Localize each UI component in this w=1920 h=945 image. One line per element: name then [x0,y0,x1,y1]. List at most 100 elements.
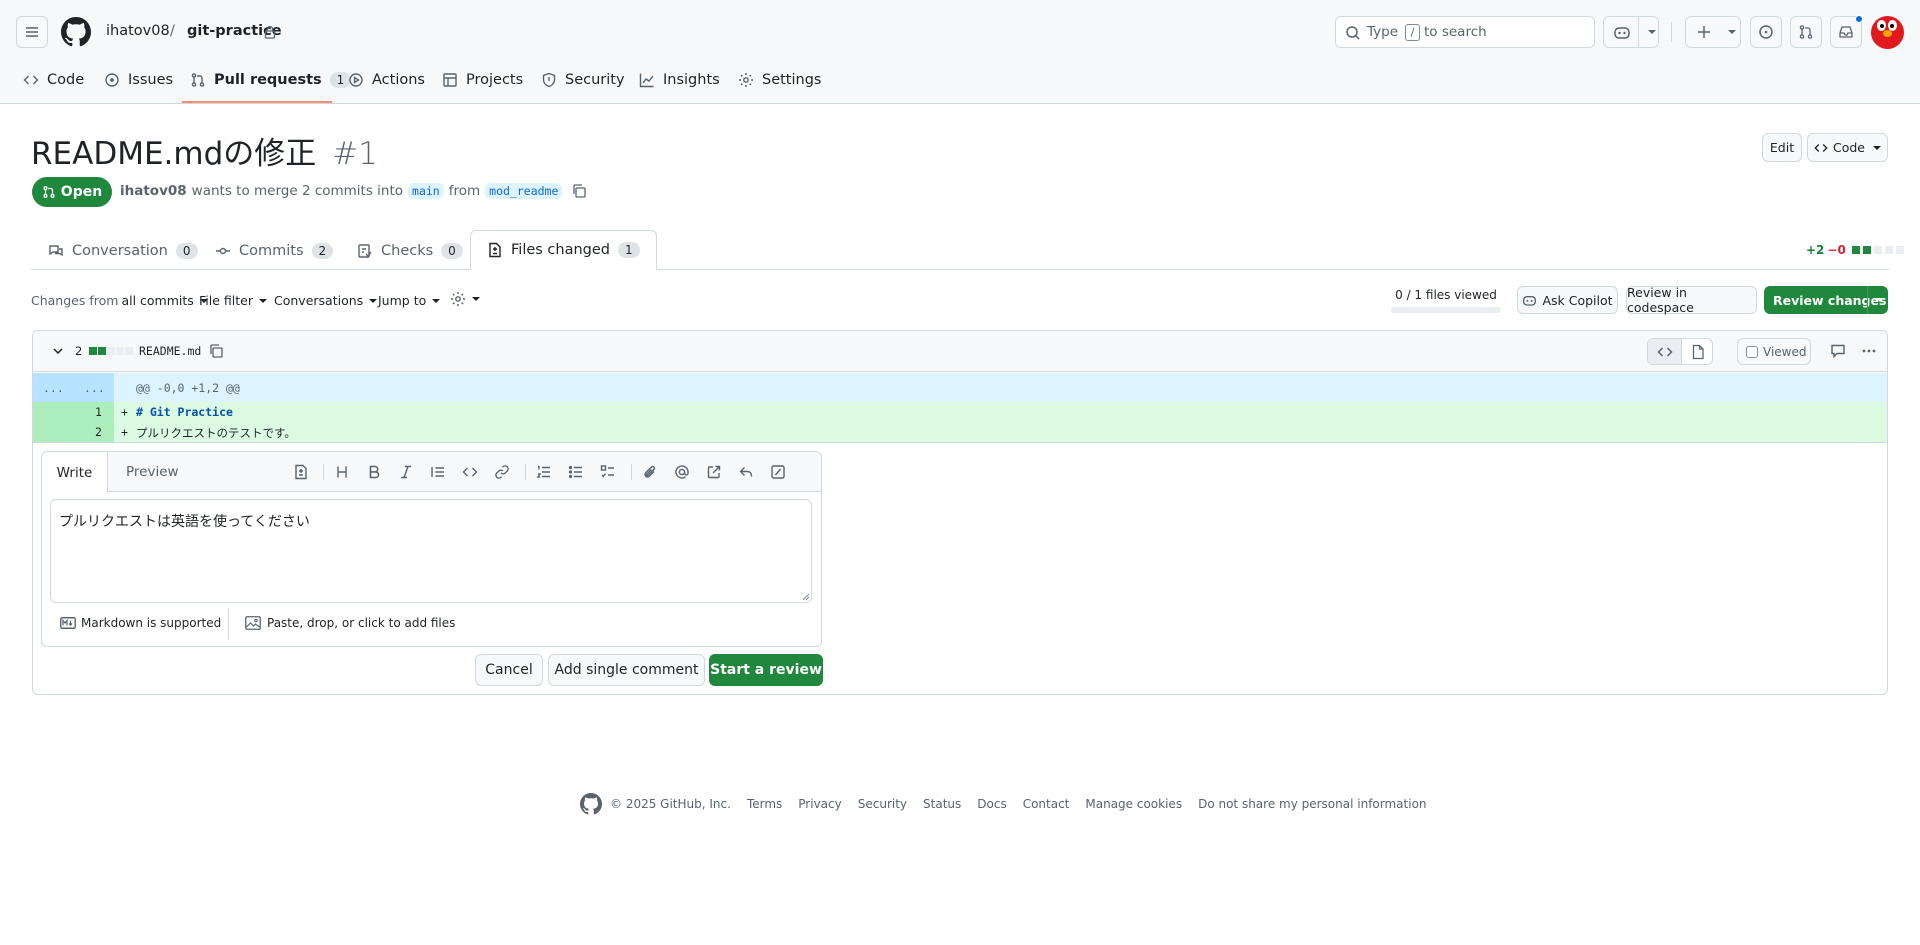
ask-copilot-button[interactable]: Ask Copilot [1517,286,1618,314]
source-diff-button[interactable] [1648,339,1681,364]
footer-link-status[interactable]: Status [923,797,961,811]
chevron-down-icon [1873,145,1881,150]
file-diff-container: 2 README.md Viewed ... ... @@ -0,0 +1,2 … [32,330,1888,695]
file-filter-dropdown[interactable]: File filter [199,293,267,308]
mention-icon[interactable] [674,464,690,480]
comment-textarea[interactable]: プルリクエストは英語を使ってください [50,499,812,603]
tasklist-icon[interactable] [600,464,616,480]
tab-files-changed[interactable]: Files changed 1 [470,230,657,270]
heading-icon[interactable] [334,464,350,480]
hunk-right: ... [84,381,105,395]
review-changes-button[interactable]: Review changes [1764,286,1888,314]
copy-icon[interactable] [208,343,224,359]
paperclip-icon[interactable] [642,464,658,480]
chevron-down-icon[interactable] [52,345,64,357]
search-icon [1346,26,1360,40]
tab-issues[interactable]: Issues [104,62,173,98]
pr-meta: ihatov08 wants to merge 2 commits into m… [120,183,587,199]
cross-reference-icon[interactable] [706,464,722,480]
tab-projects[interactable]: Projects [442,62,523,98]
tab-label: Pull requests [214,72,322,88]
head-branch[interactable]: mod_readme [485,183,563,199]
tab-actions[interactable]: Actions [348,62,425,98]
tab-code[interactable]: Code [23,62,84,98]
jump-to-dropdown[interactable]: Jump to [378,293,441,308]
changes-from-dropdown[interactable]: Changes from all commits [31,293,208,308]
tab-pull-requests[interactable]: Pull requests 1 [190,62,352,98]
copy-icon[interactable] [571,183,587,199]
menu-button[interactable] [16,16,48,48]
list-unordered-icon[interactable] [568,464,584,480]
chevron-down-icon [1728,30,1736,34]
copilot-button[interactable] [1603,16,1659,48]
file-changes-count: 2 [75,344,83,358]
search-suffix: to search [1424,24,1487,40]
diff-settings-dropdown[interactable] [450,291,480,307]
line-number[interactable]: 2 [95,425,102,439]
github-logo-icon[interactable] [580,793,602,815]
create-new-button[interactable] [1685,16,1741,48]
avatar[interactable] [1871,16,1904,49]
tab-conversation[interactable]: Conversation 0 [48,232,198,270]
tab-label: Checks [381,243,434,259]
files-viewed-bar [1391,307,1501,313]
tab-settings[interactable]: Settings [738,62,821,98]
markdown-supported-link[interactable]: Markdown is supported [60,616,221,630]
tab-security[interactable]: Security [541,62,625,98]
copilot-icon [1523,296,1537,306]
line-number[interactable]: 1 [95,405,102,419]
base-branch[interactable]: main [408,183,444,199]
tab-checks[interactable]: Checks 0 [357,232,463,270]
search-input[interactable]: Type / to search [1335,16,1595,48]
issues-button[interactable] [1750,16,1782,48]
review-in-codespace-button[interactable]: Review in codespace [1626,285,1757,315]
line-sign: + [121,405,128,419]
code-dropdown-button[interactable]: Code [1807,133,1888,162]
attach-files-button[interactable]: Paste, drop, or click to add files [245,616,455,630]
gear-icon [739,73,753,87]
comment-icon[interactable] [1830,343,1846,359]
code-icon[interactable] [462,464,478,480]
tab-commits[interactable]: Commits 2 [215,232,334,270]
add-single-comment-button[interactable]: Add single comment [548,654,705,686]
github-logo-icon[interactable] [61,17,91,47]
quote-icon[interactable] [430,464,446,480]
code-icon [1814,143,1828,152]
footer-link-security[interactable]: Security [858,797,907,811]
bold-icon[interactable] [366,464,382,480]
viewed-checkbox[interactable]: Viewed [1737,338,1811,365]
owner-link[interactable]: ihatov08 [106,23,170,39]
rich-diff-button[interactable] [1681,339,1712,364]
kebab-horizontal-icon[interactable] [1861,343,1877,359]
file-name[interactable]: README.md [139,344,201,358]
chevron-down-icon[interactable] [1876,298,1884,302]
footer-link-privacy[interactable]: Privacy [798,797,841,811]
link-icon[interactable] [494,464,510,480]
footer-link-contact[interactable]: Contact [1023,797,1070,811]
inbox-button[interactable] [1830,15,1863,48]
footer-link-manage-cookies[interactable]: Manage cookies [1085,797,1182,811]
resize-handle-icon[interactable] [800,591,810,601]
italic-icon[interactable] [398,464,414,480]
start-review-button[interactable]: Start a review [709,654,823,686]
conversations-dropdown[interactable]: Conversations [274,293,378,308]
conversations-label: Conversations [274,293,364,308]
footer-link-terms[interactable]: Terms [747,797,782,811]
write-label: Write [56,464,93,481]
footer-link-docs[interactable]: Docs [977,797,1006,811]
reply-icon[interactable] [738,464,754,480]
suggestion-icon[interactable] [293,464,309,480]
tab-insights[interactable]: Insights [639,62,720,98]
tab-write[interactable]: Write [42,452,108,493]
tab-preview[interactable]: Preview [126,464,179,480]
pull-requests-button[interactable] [1790,16,1822,48]
list-ordered-icon[interactable] [536,464,552,480]
edit-title-button[interactable]: Edit [1762,133,1802,162]
code-label: Code [1832,140,1865,155]
author-link[interactable]: ihatov08 [120,183,187,199]
cancel-button[interactable]: Cancel [475,654,543,686]
chevron-down-icon[interactable] [1648,30,1656,34]
copilot-icon [1614,27,1630,39]
footer-link-do-not-share[interactable]: Do not share my personal information [1198,797,1426,811]
slash-command-icon[interactable] [770,464,786,480]
